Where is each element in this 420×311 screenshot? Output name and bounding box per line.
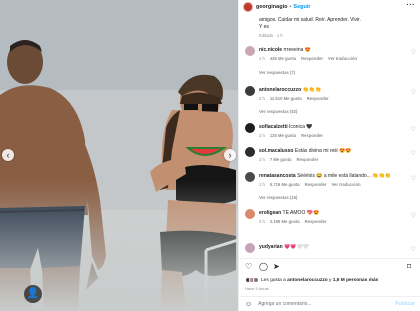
comment-username[interactable]: nic.nicole xyxy=(259,47,282,53)
user-tag-icon[interactable]: 👤 xyxy=(24,285,42,303)
reply-button[interactable]: Responder xyxy=(305,182,327,187)
smiley-icon[interactable]: ☺ xyxy=(245,301,252,308)
follow-button[interactable]: Seguir xyxy=(293,4,310,10)
comment-username[interactable]: renatasancosta xyxy=(259,173,296,179)
likes-summary: Les gusta a antonelaroccuzzo y 1,6 M per… xyxy=(245,276,417,284)
bookmark-icon[interactable]: ⌑ xyxy=(407,262,411,272)
comment-username[interactable]: antonelaroccuzzo xyxy=(259,87,301,93)
heart-icon[interactable]: ♡ xyxy=(411,175,416,182)
comment-likes[interactable]: 426 Me gusta xyxy=(270,56,296,61)
comment-likes[interactable]: 2.199 Me gusta xyxy=(270,219,300,224)
comment-body: TE AMOO 💖😍 xyxy=(282,210,320,216)
avatar[interactable] xyxy=(245,243,255,253)
avatar[interactable] xyxy=(245,123,255,133)
avatar[interactable] xyxy=(245,172,255,182)
comment-time: 2 h xyxy=(259,133,265,138)
heart-icon[interactable]: ♡ xyxy=(411,126,416,133)
likes-prefix: Les gusta a xyxy=(261,277,288,283)
comment-likes[interactable]: 125 Me gusta xyxy=(270,133,296,138)
comment-text: yudyarian 💗💗🤍🤍 xyxy=(259,244,407,250)
view-replies-button[interactable]: Ver respuestas (52) xyxy=(259,109,297,114)
reply-button[interactable]: Responder xyxy=(305,219,327,224)
reply-button[interactable]: Responder xyxy=(307,96,329,101)
heart-icon[interactable]: ♡ xyxy=(411,89,416,96)
post-photo[interactable]: ‹ › 👤 xyxy=(0,0,238,311)
view-replies-button[interactable]: Ver respuestas (7) xyxy=(259,70,295,75)
comment-body: rrreeeina 😍 xyxy=(283,47,312,53)
comment-text: antonelaroccuzzo 👏👏👏 xyxy=(259,87,407,93)
comment-time: 1 h xyxy=(259,182,265,187)
comment-text: eroligean TE AMOO 💖😍 xyxy=(259,210,407,216)
comment-body: 💗💗🤍🤍 xyxy=(284,244,309,250)
comment-body: Séééxis 😂 a mile está llalando... 👏👏👏 xyxy=(297,173,391,179)
comment-text: renatasancosta Séééxis 😂 a mile está lla… xyxy=(259,173,407,179)
post-side-panel: georginagio • Seguir ··· amigos. Cuidar … xyxy=(238,0,420,311)
likes-user[interactable]: antonelaroccuzzo xyxy=(287,278,328,283)
divider xyxy=(239,258,420,259)
comment-username[interactable]: eroligean xyxy=(259,210,281,216)
heart-icon[interactable]: ♡ xyxy=(245,262,252,272)
avatar[interactable] xyxy=(245,86,255,96)
chevron-right-icon[interactable]: › xyxy=(224,149,236,161)
comment-username[interactable]: yudyarian xyxy=(259,244,283,250)
comment-body: 👏👏👏 xyxy=(302,87,322,93)
comment-meta: 2 h 125 Me gusta Responder xyxy=(259,133,328,138)
comment-likes[interactable]: 7 Me gusta xyxy=(270,157,292,162)
comment-meta: 2 h 7 Me gusta Responder xyxy=(259,157,323,162)
post-date: Hace 5 horas xyxy=(245,286,269,291)
avatar[interactable] xyxy=(245,46,255,56)
heart-icon[interactable]: ♡ xyxy=(411,150,416,157)
avatar[interactable] xyxy=(245,147,255,157)
publish-button[interactable]: Publicar xyxy=(395,301,415,307)
comment-username[interactable]: sofiacalzetti xyxy=(259,124,288,130)
comment-meta: 2 h 11.510 Me gusta Responder xyxy=(259,96,334,101)
heart-icon[interactable]: ♡ xyxy=(411,212,416,219)
separator-dot: • xyxy=(289,4,292,10)
reply-button[interactable]: Responder xyxy=(296,157,318,162)
comment-icon[interactable]: ◯ xyxy=(259,262,268,272)
caption-text: amigos. Cuidar mi salud. Reír. Aprender.… xyxy=(259,17,361,23)
caption-edited-label: Editado · 1 h xyxy=(259,33,283,38)
comment-input[interactable] xyxy=(258,301,379,307)
post-actions: ♡ ◯ ➤ ⌑ xyxy=(239,262,420,272)
comment-text: nic.nicole rrreeeina 😍 xyxy=(259,47,407,53)
post-author-username[interactable]: georginagio xyxy=(256,4,287,10)
reply-button[interactable]: Responder xyxy=(301,56,323,61)
comment-text: sol.macalusso Estás divina mi reiii 😍😍 xyxy=(259,148,407,154)
comment-likes[interactable]: 11.510 Me gusta xyxy=(270,96,302,101)
send-icon[interactable]: ➤ xyxy=(273,262,280,272)
comment-time: 2 h xyxy=(259,157,265,162)
comment-time: 1 h xyxy=(259,56,265,61)
likes-count[interactable]: 1,6 M personas más xyxy=(333,278,379,283)
translate-button[interactable]: Ver traducción xyxy=(328,56,357,61)
avatar[interactable] xyxy=(245,209,255,219)
comment-time: 2 h xyxy=(259,219,265,224)
avatar xyxy=(253,277,259,283)
view-replies-button[interactable]: Ver respuestas (16) xyxy=(259,195,297,200)
heart-icon[interactable]: ♡ xyxy=(411,246,416,253)
likes-text[interactable]: Les gusta a antonelaroccuzzo y 1,6 M per… xyxy=(261,278,378,283)
comment-body: Estás divina mi reiii 😍😍 xyxy=(294,148,352,154)
chevron-left-icon[interactable]: ‹ xyxy=(2,149,14,161)
heart-icon[interactable]: ♡ xyxy=(411,49,416,56)
add-comment-bar: ☺ Publicar xyxy=(239,296,420,311)
caption-text-line2: Y es xyxy=(259,24,269,30)
more-horizontal-icon[interactable]: ··· xyxy=(407,2,416,9)
comment-meta: 2 h 2.199 Me gusta Responder xyxy=(259,219,332,224)
post-header: georginagio • Seguir ··· xyxy=(239,0,420,14)
reply-button[interactable]: Responder xyxy=(301,133,323,138)
comment-meta: 1 h 426 Me gusta Responder Ver traducción xyxy=(259,56,362,61)
comment-likes[interactable]: 5.716 Me gusta xyxy=(270,182,300,187)
instagram-post: ‹ › 👤 georginagio • Seguir ··· amigos. C… xyxy=(0,0,420,311)
comment-text: sofiacalzetti Iconica 🖤 xyxy=(259,124,407,130)
translate-button[interactable]: Ver traducción xyxy=(332,182,361,187)
comment-meta: 1 h 5.716 Me gusta Responder Ver traducción xyxy=(259,182,366,187)
post-caption: amigos. Cuidar mi salud. Reír. Aprender.… xyxy=(259,17,417,31)
comment-username[interactable]: sol.macalusso xyxy=(259,148,293,154)
comment-time: 2 h xyxy=(259,96,265,101)
avatar[interactable] xyxy=(243,2,253,12)
comment-body: Iconica 🖤 xyxy=(289,124,313,130)
